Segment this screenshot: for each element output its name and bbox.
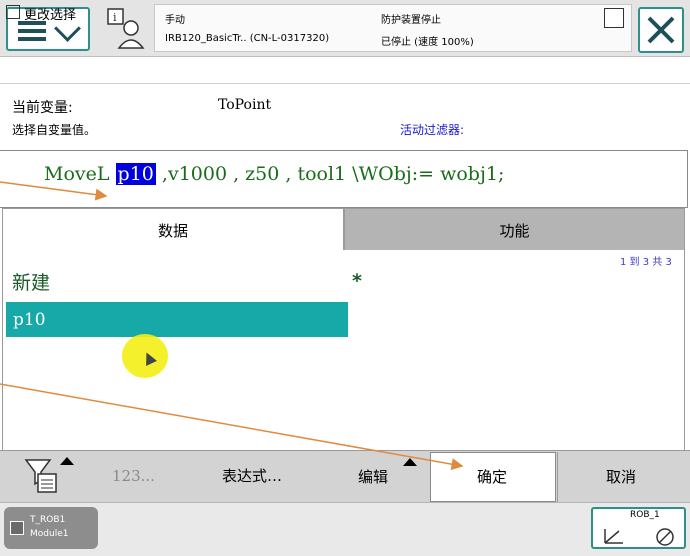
close-button[interactable]	[638, 7, 684, 53]
cancel-button[interactable]: 取消	[606, 466, 636, 487]
tab-function-label: 功能	[499, 222, 530, 240]
mode-text: 手动	[165, 15, 185, 26]
hamburger-icon-bar	[18, 37, 46, 41]
instruction-text: MoveL p10 ,v1000 , z50 , tool1 \WObj:= w…	[44, 162, 505, 186]
caret-up-icon	[403, 458, 417, 466]
jog-axes-icon	[604, 528, 674, 546]
page-count: 1 到 3 共 3	[620, 257, 672, 268]
hamburger-icon-bar	[18, 29, 46, 33]
selected-argument[interactable]: p10	[114, 162, 157, 186]
instruction-prefix: MoveL	[44, 163, 116, 185]
tab-data-label: 数据	[157, 222, 188, 240]
run-state-text: 已停止 (速度 100%)	[381, 37, 474, 48]
module-name: Module1	[30, 529, 69, 539]
toolbar-divider	[557, 452, 558, 502]
mechanical-unit-label: ROB_1	[630, 510, 660, 520]
task-bar	[0, 502, 690, 556]
ok-button-label: 确定	[477, 468, 508, 486]
list-item-label: p10	[13, 310, 46, 330]
system-name-text: IRB120_BasicTr.. (CN-L-0317320)	[165, 33, 330, 44]
caret-up-icon	[60, 457, 74, 465]
tab-data[interactable]: 数据	[2, 208, 344, 251]
current-variable-value: ToPoint	[218, 97, 272, 113]
event-flag-icon	[604, 8, 624, 28]
status-panel[interactable]: 手动 IRB120_BasicTr.. (CN-L-0317320) 防护装置停…	[154, 4, 632, 52]
new-item-star: *	[352, 270, 362, 292]
current-variable-label: 当前变量:	[12, 100, 73, 116]
bottom-toolbar	[0, 450, 690, 503]
task-name: T_ROB1	[30, 515, 66, 525]
window-title-bar	[0, 57, 690, 84]
operator-window-icon[interactable]: i	[104, 6, 148, 50]
window-title: 更改选择	[24, 8, 77, 23]
numeric-input-button[interactable]: 123...	[112, 467, 155, 485]
svg-text:i: i	[113, 11, 117, 24]
program-editor-icon	[6, 5, 20, 19]
guard-status-text: 防护装置停止	[381, 15, 441, 26]
edit-menu-button[interactable]: 编辑	[358, 466, 388, 487]
instruction-suffix: ,v1000 , z50 , tool1 \WObj:= wobj1;	[155, 163, 505, 185]
expression-button[interactable]: 表达式…	[222, 465, 282, 486]
active-filter-label[interactable]: 活动过滤器:	[400, 121, 464, 138]
new-data-item[interactable]: 新建	[12, 268, 50, 295]
select-argument-hint: 选择自变量值。	[12, 123, 97, 137]
program-editor-icon	[10, 521, 24, 535]
filter-icon[interactable]	[24, 458, 62, 494]
data-list-panel	[2, 250, 685, 450]
tab-function[interactable]: 功能	[344, 208, 685, 251]
list-item[interactable]	[6, 302, 348, 337]
